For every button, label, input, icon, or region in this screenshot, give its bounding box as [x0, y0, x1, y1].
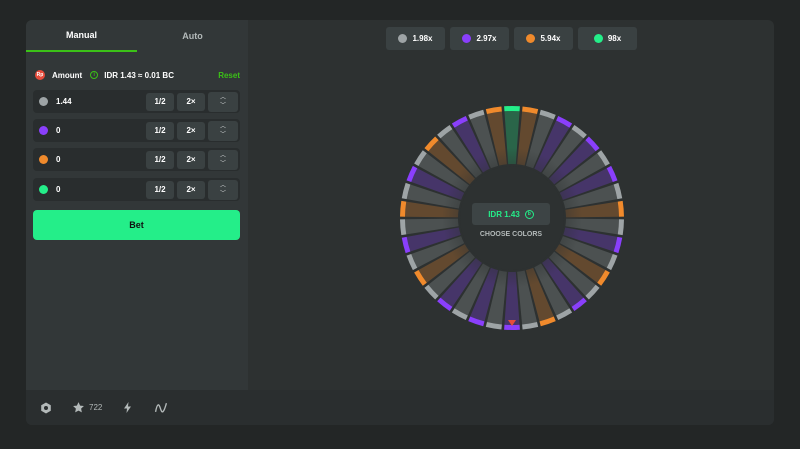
chevron-up-icon[interactable]: ︿: [220, 94, 226, 102]
amount-conversion: IDR 1.43 ≈ 0.01 BC: [104, 70, 174, 80]
bet-amount-input[interactable]: 0: [56, 155, 146, 164]
double-button[interactable]: 2×: [177, 121, 205, 140]
multiplier-pill-purple[interactable]: 2.97x: [450, 27, 509, 50]
stats-button[interactable]: [154, 401, 168, 414]
double-button[interactable]: 2×: [177, 92, 205, 111]
footer-toolbar: 722: [26, 390, 774, 425]
purple-dot-icon: [39, 126, 48, 135]
multiplier-label: 98x: [607, 34, 622, 43]
trend-line-icon: [155, 402, 168, 413]
star-icon: [73, 402, 84, 413]
hotkeys-button[interactable]: [122, 401, 134, 414]
grey-dot-icon: [398, 34, 408, 43]
chevron-up-icon[interactable]: ︿: [220, 182, 226, 190]
amount-label: Amount: [52, 70, 83, 80]
bet-row-green: 0 1/2 2× ︿ ﹀: [33, 178, 240, 201]
green-dot-icon: [593, 34, 603, 43]
chevron-up-icon[interactable]: ︿: [220, 152, 226, 160]
hexagon-icon: [41, 402, 51, 413]
amount-stepper[interactable]: ︿ ﹀: [208, 120, 238, 141]
favorites-button[interactable]: 722: [72, 401, 102, 414]
orange-dot-icon: [526, 34, 536, 43]
center-amount-label: IDR 1.43: [488, 209, 520, 219]
bet-button[interactable]: Bet: [33, 210, 240, 240]
bet-amount-input[interactable]: 1.44: [56, 97, 146, 106]
chevron-down-icon[interactable]: ﹀: [220, 131, 226, 139]
idr-coin-icon: Rp: [35, 70, 45, 80]
bc-coin-icon: b: [524, 209, 534, 219]
reset-button[interactable]: Reset: [218, 71, 240, 80]
bet-row-orange: 0 1/2 2× ︿ ﹀: [33, 148, 240, 171]
multiplier-pill-grey[interactable]: 1.98x: [386, 27, 445, 50]
amount-stepper[interactable]: ︿ ﹀: [208, 91, 238, 112]
half-button[interactable]: 1/2: [146, 180, 174, 199]
favorites-count: 722: [89, 403, 103, 412]
center-amount: IDR 1.43 b: [472, 203, 550, 225]
double-button[interactable]: 2×: [177, 150, 205, 169]
grey-dot-icon: [39, 97, 48, 106]
wheel-rim-green: [504, 106, 520, 112]
tab-auto[interactable]: Auto: [137, 20, 248, 52]
bet-row-purple: 0 1/2 2× ︿ ﹀: [33, 119, 240, 142]
choose-colors-label: CHOOSE COLORS: [479, 231, 543, 238]
bet-amount-input[interactable]: 0: [56, 126, 146, 135]
tab-manual[interactable]: Manual: [26, 20, 137, 52]
multiplier-label: 5.94x: [540, 34, 561, 43]
settings-button[interactable]: [40, 402, 52, 414]
bet-amount-input[interactable]: 0: [56, 185, 146, 194]
chevron-down-icon[interactable]: ﹀: [220, 190, 226, 198]
orange-dot-icon: [39, 155, 48, 164]
chevron-down-icon[interactable]: ﹀: [220, 102, 226, 110]
multiplier-label: 1.98x: [412, 34, 433, 43]
multiplier-label: 2.97x: [476, 34, 497, 43]
multiplier-pills: 1.98x 2.97x 5.94x 98x: [386, 27, 642, 50]
chevron-up-icon[interactable]: ︿: [220, 123, 226, 131]
green-dot-icon: [39, 185, 48, 194]
half-button[interactable]: 1/2: [146, 92, 174, 111]
multiplier-pill-orange[interactable]: 5.94x: [514, 27, 573, 50]
lightning-icon: [124, 402, 132, 413]
half-button[interactable]: 1/2: [146, 150, 174, 169]
info-icon[interactable]: i: [90, 71, 99, 79]
half-button[interactable]: 1/2: [146, 121, 174, 140]
purple-dot-icon: [462, 34, 472, 43]
chevron-down-icon[interactable]: ﹀: [220, 160, 226, 168]
double-button[interactable]: 2×: [177, 180, 205, 199]
amount-header: Rp Amount i IDR 1.43 ≈ 0.01 BC Reset: [26, 68, 248, 82]
bet-controls: Manual Auto Rp Amount i IDR 1.43 ≈ 0.01 …: [26, 20, 248, 390]
mode-tabs: Manual Auto: [26, 20, 248, 52]
bet-row-grey: 1.44 1/2 2× ︿ ﹀: [33, 90, 240, 113]
multiplier-pill-green[interactable]: 98x: [578, 27, 637, 50]
amount-stepper[interactable]: ︿ ﹀: [208, 179, 238, 200]
game-panel: Manual Auto Rp Amount i IDR 1.43 ≈ 0.01 …: [26, 20, 774, 425]
amount-stepper[interactable]: ︿ ﹀: [208, 149, 238, 170]
